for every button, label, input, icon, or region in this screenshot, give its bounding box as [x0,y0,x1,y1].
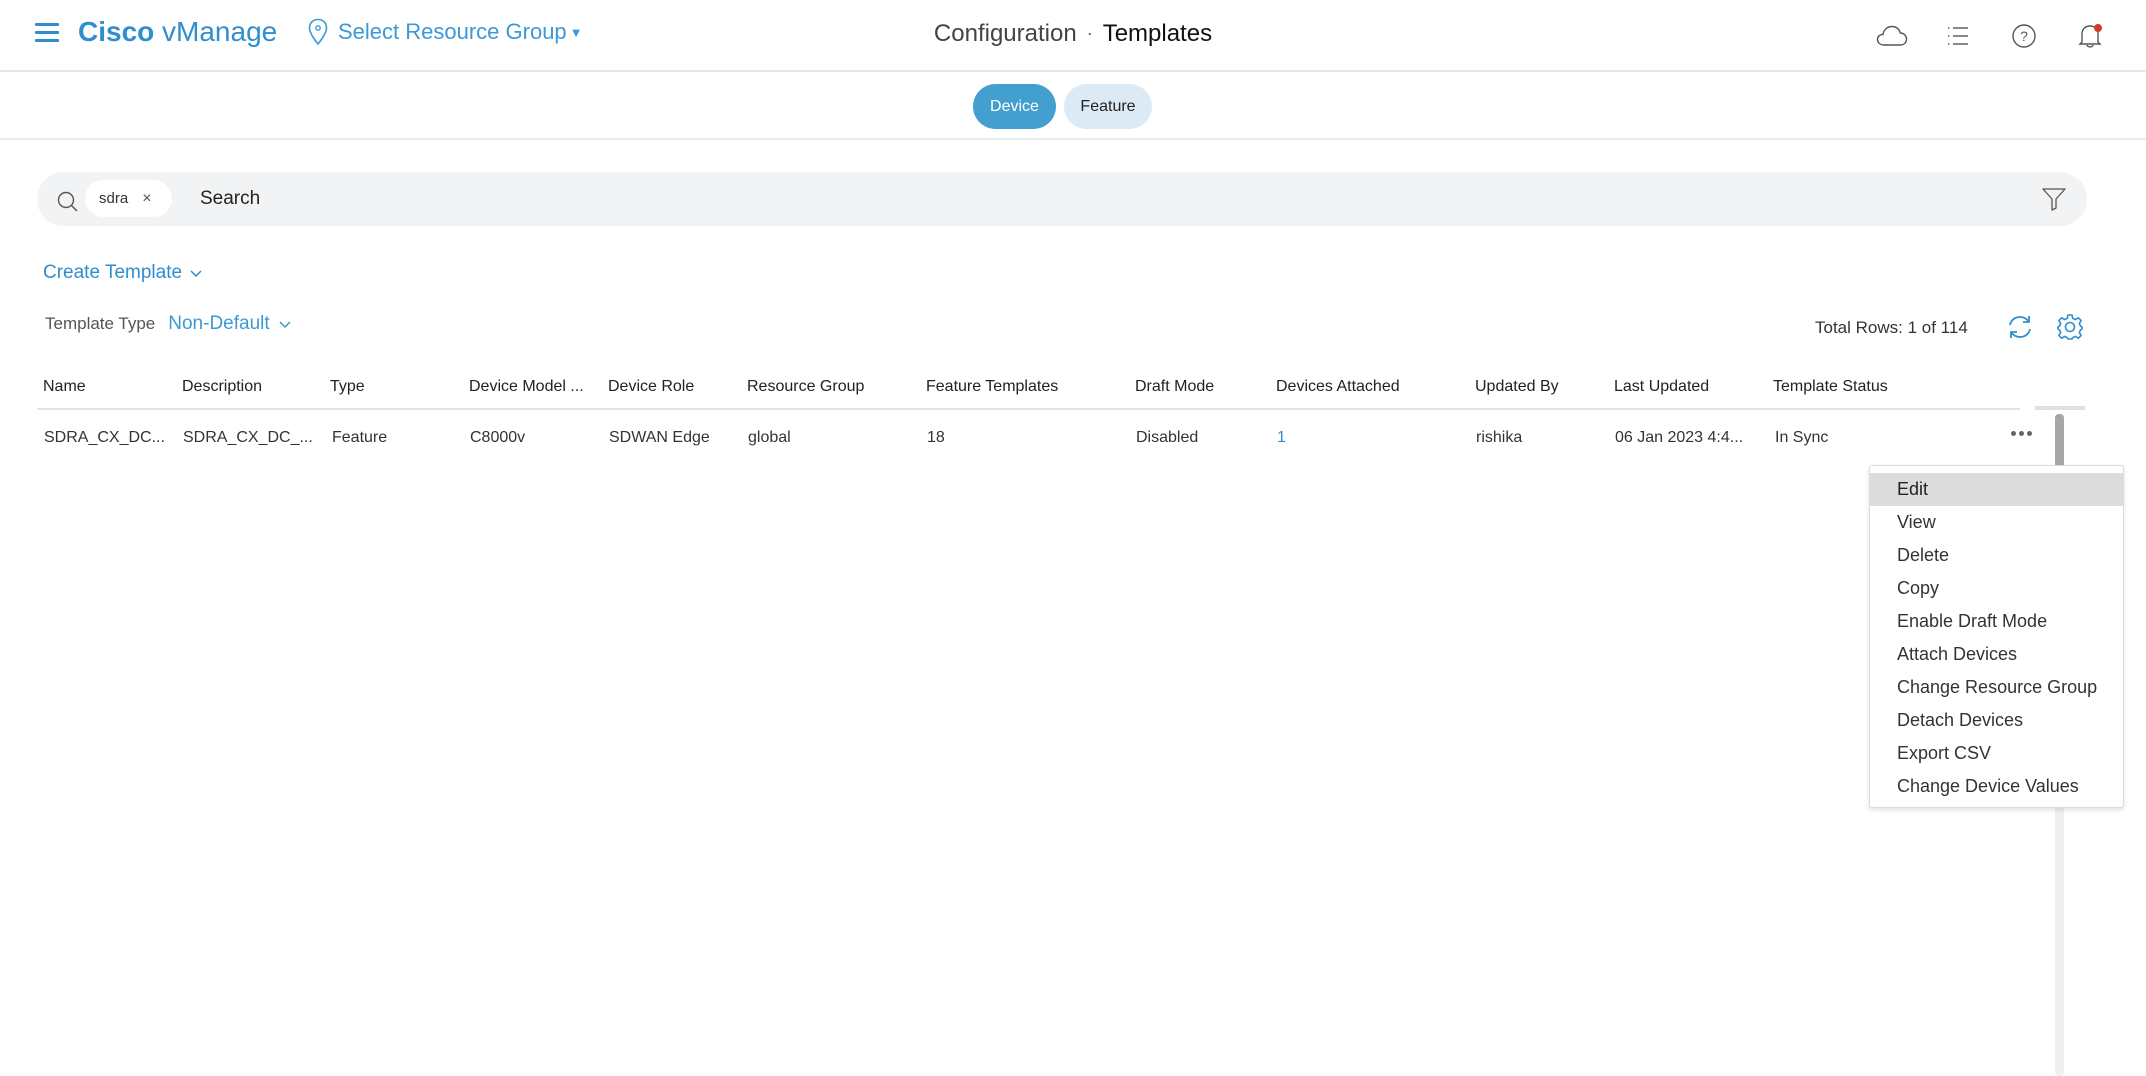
column-header-devices-attached[interactable]: Devices Attached [1276,378,1400,396]
menu-item-copy[interactable]: Copy [1870,572,2123,605]
total-rows-count: Total Rows: 1 of 114 [1815,318,1968,337]
column-header-draft-mode[interactable]: Draft Mode [1135,378,1214,396]
svg-text:?: ? [2020,28,2028,44]
template-type-value: Non-Default [168,313,270,334]
breadcrumb-configuration[interactable]: Configuration [934,20,1077,47]
select-resource-group-dropdown[interactable]: Select Resource Group ▼ [308,18,583,46]
cell-name: SDRA_CX_DC... [44,429,165,446]
breadcrumb-separator: · [1086,23,1093,43]
breadcrumb-templates: Templates [1102,20,1213,47]
column-header-feature-templates[interactable]: Feature Templates [926,378,1058,396]
column-header-last-updated[interactable]: Last Updated [1614,378,1709,396]
top-navigation-bar: Cisco vManage Select Resource Group ▼ Co… [0,0,2146,72]
cell-resource-group: global [748,429,791,446]
tab-feature[interactable]: Feature [1064,84,1152,129]
menu-item-change-resource-group[interactable]: Change Resource Group [1870,671,2123,704]
row-actions-menu: Edit View Delete Copy Enable Draft Mode … [1869,465,2124,808]
search-input[interactable] [200,182,2000,216]
chevron-down-icon [279,321,291,329]
cell-devices-attached-link[interactable]: 1 [1277,429,1286,447]
notification-bell-icon[interactable] [2072,20,2108,52]
column-header-updated-by[interactable]: Updated By [1475,378,1559,396]
search-icon [57,191,78,212]
brand-cisco: Cisco [78,16,155,47]
template-type-filter: Template Type Non-Default [45,313,292,335]
cell-feature-templates: 18 [927,429,945,446]
menu-item-edit[interactable]: Edit [1870,473,2123,506]
template-type-label: Template Type [45,314,156,333]
cell-description: SDRA_CX_DC_... [183,429,313,446]
create-template-label: Create Template [43,262,183,283]
chip-remove-icon[interactable]: × [142,190,151,208]
hamburger-menu-icon[interactable] [35,23,59,43]
cell-device-model: C8000v [470,429,526,446]
brand-vmanage: vManage [162,16,278,47]
template-tabs: Device Feature [973,84,1152,129]
cell-type: Feature [332,429,388,446]
cell-template-status: In Sync [1775,429,1829,446]
refresh-icon[interactable] [2006,313,2034,341]
cell-last-updated: 06 Jan 2023 4:4... [1615,429,1744,446]
column-header-type[interactable]: Type [330,378,365,396]
menu-item-enable-draft-mode[interactable]: Enable Draft Mode [1870,605,2123,638]
cloud-icon[interactable] [1874,20,1910,52]
vertical-scrollbar-thumb[interactable] [2055,414,2064,468]
column-header-device-model[interactable]: Device Model ... [469,378,584,396]
resource-group-label: Select Resource Group [338,19,567,44]
filter-icon[interactable] [2041,186,2067,212]
chip-label: sdra [99,190,129,207]
column-header-description[interactable]: Description [182,378,262,396]
table-header: Name Description Type Device Model ... D… [37,370,2085,410]
cell-updated-by: rishika [1476,429,1523,446]
menu-item-export-csv[interactable]: Export CSV [1870,737,2123,770]
column-header-name[interactable]: Name [43,378,86,396]
menu-item-view[interactable]: View [1870,506,2123,539]
settings-gear-icon[interactable] [2056,313,2084,341]
notification-badge [2094,24,2102,32]
location-pin-icon [308,18,328,46]
column-header-template-status[interactable]: Template Status [1773,378,1888,396]
templates-table: Name Description Type Device Model ... D… [37,370,2085,468]
column-header-resource-group[interactable]: Resource Group [747,378,864,396]
header-divider [2035,406,2085,410]
menu-item-attach-devices[interactable]: Attach Devices [1870,638,2123,671]
help-icon[interactable]: ? [2006,20,2042,52]
cell-draft-mode: Disabled [1136,429,1199,446]
cell-device-role: SDWAN Edge [609,429,710,446]
row-actions-more-icon[interactable] [2011,431,2032,436]
column-header-device-role[interactable]: Device Role [608,378,694,396]
tab-device[interactable]: Device [973,84,1056,129]
template-tabbar: Device Feature [0,74,2146,140]
header-actions: ? [1874,20,2108,52]
menu-item-change-device-values[interactable]: Change Device Values [1870,770,2123,803]
menu-item-detach-devices[interactable]: Detach Devices [1870,704,2123,737]
search-bar: sdra × [37,172,2087,226]
create-template-dropdown[interactable]: Create Template [43,262,203,284]
chevron-down-icon [190,270,202,278]
task-list-icon[interactable] [1940,20,1976,52]
app-logo[interactable]: Cisco vManage [78,16,277,48]
template-type-dropdown[interactable]: Non-Default [168,313,291,335]
menu-item-delete[interactable]: Delete [1870,539,2123,572]
search-filter-chip: sdra × [85,180,172,217]
caret-down-icon: ▼ [569,24,583,40]
table-row: SDRA_CX_DC... SDRA_CX_DC_... Feature C80… [37,410,2032,468]
